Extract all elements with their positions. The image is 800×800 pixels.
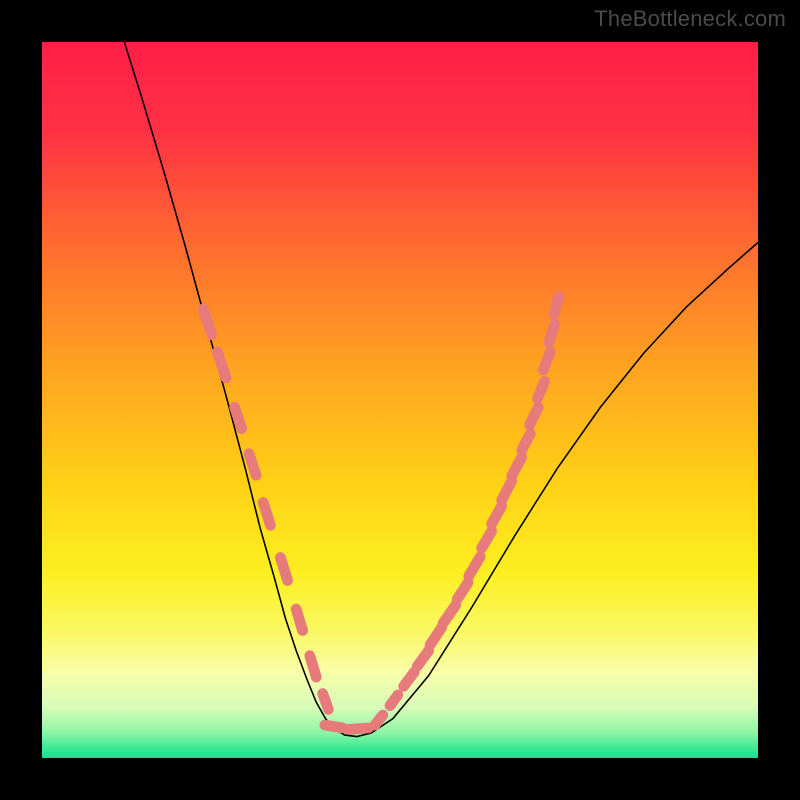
annotation-dash	[512, 457, 522, 476]
annotation-dash	[492, 506, 502, 524]
annotation-dash	[390, 695, 398, 706]
annotation-dash	[325, 725, 343, 728]
annotation-dash	[430, 628, 441, 645]
annotation-dash	[537, 381, 544, 398]
annotation-dash	[502, 481, 512, 500]
annotation-dash	[280, 558, 287, 581]
watermark-text: TheBottleneck.com	[594, 6, 786, 32]
annotation-dash	[549, 324, 555, 343]
annotation-dash	[296, 609, 302, 630]
annotation-dash	[457, 583, 468, 599]
annotation-dash	[482, 531, 492, 548]
annotation-dash	[249, 454, 256, 475]
annotation-dash	[443, 605, 456, 624]
annotation-dash	[522, 434, 531, 450]
annotation-dash	[375, 715, 383, 725]
plot-area	[42, 42, 758, 758]
bottleneck-curve-svg	[42, 42, 758, 758]
annotation-dash	[217, 352, 226, 378]
annotation-dash	[469, 557, 480, 576]
annotation-dash	[530, 407, 539, 425]
annotation-dash	[263, 502, 270, 525]
annotation-dash	[323, 694, 329, 710]
annotation-dash	[310, 656, 316, 677]
annotation-dash	[203, 309, 212, 335]
annotation-dash	[543, 352, 550, 370]
annotation-dash	[554, 296, 559, 314]
chart-frame: TheBottleneck.com	[0, 0, 800, 800]
annotation-dash	[235, 407, 242, 428]
annotation-dash	[404, 672, 415, 686]
annotation-dash	[348, 728, 368, 729]
annotation-dash	[417, 651, 428, 667]
